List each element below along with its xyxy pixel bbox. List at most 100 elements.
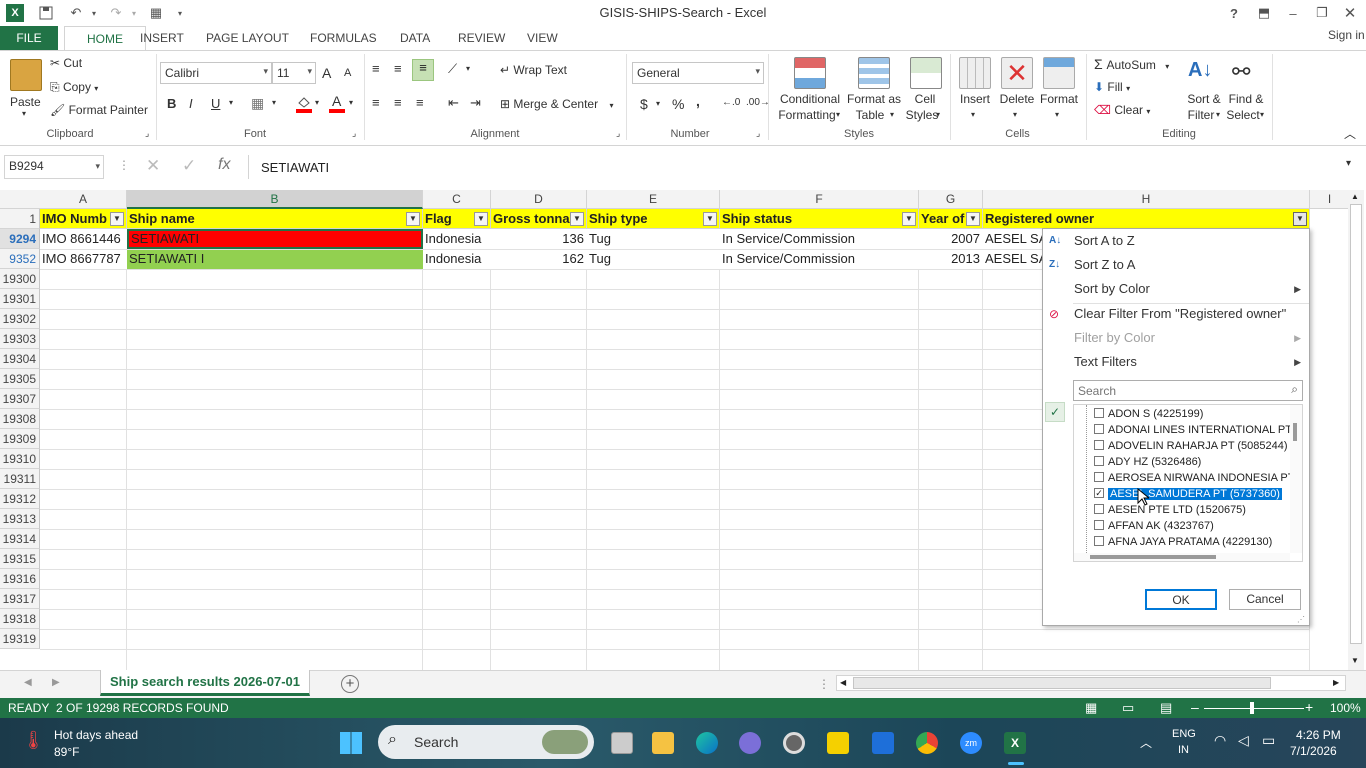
table-cell[interactable]: In Service/Commission	[720, 229, 919, 249]
page-break-view-icon[interactable]: ▤	[1160, 700, 1172, 716]
row-header[interactable]: 19302	[0, 309, 40, 329]
table-cell[interactable]: 2007	[919, 229, 983, 249]
alignment-launcher-icon[interactable]: ⌟	[616, 128, 620, 139]
align-top-icon[interactable]: ≡	[372, 61, 380, 76]
row-header[interactable]: 1	[0, 209, 40, 229]
underline-dropdown-icon[interactable]: ▾	[229, 98, 233, 107]
close-icon[interactable]: ✕	[1340, 3, 1360, 23]
tab-file[interactable]: FILE	[0, 26, 58, 50]
merge-center-button[interactable]: ⊞ Merge & Center ▾	[500, 97, 613, 111]
checkbox[interactable]	[1094, 440, 1104, 451]
volume-icon[interactable]: ◁	[1238, 732, 1249, 749]
wifi-icon[interactable]: ◠	[1214, 732, 1226, 749]
align-bottom-icon[interactable]: ≡	[412, 59, 434, 81]
font-color-icon[interactable]: A	[329, 93, 345, 113]
tab-split-icon[interactable]: ⋮	[818, 677, 830, 691]
table-cell[interactable]: 2013	[919, 249, 983, 269]
clipboard-launcher-icon[interactable]: ⌟	[145, 128, 149, 139]
shrink-font-button[interactable]: A	[344, 67, 351, 79]
checkbox[interactable]	[1094, 456, 1104, 467]
list-item[interactable]: AEROSEA NIRWANA INDONESIA PT	[1094, 470, 1294, 486]
prev-sheet-icon[interactable]: ◀	[24, 677, 32, 688]
zoom-level[interactable]: 100%	[1330, 701, 1361, 715]
autosum-button[interactable]: Σ AutoSum ▾	[1094, 56, 1169, 72]
filter-applied-icon[interactable]: ▼	[110, 212, 124, 226]
sort-z-a-item[interactable]: Z↓ Sort Z to A	[1043, 253, 1309, 277]
fill-color-icon[interactable]	[296, 95, 312, 113]
scroll-right-icon[interactable]: ▶	[1333, 678, 1339, 687]
column-header[interactable]: E	[587, 190, 720, 209]
row-header[interactable]: 19310	[0, 449, 40, 469]
fill-color-dropdown-icon[interactable]: ▾	[315, 98, 319, 107]
table-cell[interactable]: 136	[491, 229, 587, 249]
format-as-table-button[interactable]: Format as Table ▾	[846, 55, 902, 125]
list-item[interactable]: AFNA JAYA PRATAMA (4229130)	[1094, 534, 1272, 550]
row-header[interactable]: 19313	[0, 509, 40, 529]
tab-view[interactable]: VIEW	[527, 31, 558, 45]
header-cell-year[interactable]: Year of ▼	[919, 209, 983, 229]
header-cell-ship-status[interactable]: Ship status ▼	[720, 209, 919, 229]
tab-formulas[interactable]: FORMULAS	[310, 31, 377, 45]
zoom-slider[interactable]	[1204, 708, 1304, 709]
cancel-button[interactable]: Cancel	[1229, 589, 1301, 610]
filter-dropdown-icon[interactable]: ▼	[570, 212, 584, 226]
scroll-thumb[interactable]	[1090, 555, 1216, 559]
list-item-selected[interactable]: ✓ AESEL SAMUDERA PT (5737360)	[1094, 486, 1282, 502]
table-cell[interactable]: Tug	[587, 249, 720, 269]
checkbox[interactable]	[1094, 504, 1104, 515]
chrome-browser-icon[interactable]	[916, 732, 938, 754]
italic-button[interactable]: I	[189, 96, 193, 111]
clear-button[interactable]: ⌫ Clear ▾	[1094, 103, 1150, 117]
tab-review[interactable]: REVIEW	[458, 31, 505, 45]
sheet-tab-active[interactable]: Ship search results 2026-07-01	[100, 670, 310, 696]
text-filters-item[interactable]: Text Filters ▶	[1043, 350, 1309, 374]
row-header[interactable]: 19308	[0, 409, 40, 429]
resize-grip-icon[interactable]: ⋰	[1297, 615, 1305, 624]
tab-data[interactable]: DATA	[400, 31, 430, 45]
row-header[interactable]: 9352	[0, 249, 40, 269]
find-select-button[interactable]: ⚯ Find & Select ▾	[1224, 55, 1268, 125]
filter-dropdown-icon[interactable]: ▼	[966, 212, 980, 226]
orientation-icon[interactable]: ⟋	[448, 61, 457, 77]
expand-formula-icon[interactable]: ▾	[1346, 158, 1351, 169]
column-header[interactable]: B	[127, 190, 423, 209]
column-header[interactable]: A	[40, 190, 127, 209]
borders-dropdown-icon[interactable]: ▾	[272, 98, 276, 107]
sort-by-color-item[interactable]: Sort by Color ▶	[1043, 277, 1309, 301]
collapse-ribbon-icon[interactable]: ︿	[1344, 125, 1356, 142]
checkbox-checked[interactable]: ✓	[1094, 488, 1104, 499]
fill-button[interactable]: ⬇ Fill ▾	[1094, 80, 1130, 94]
checkbox[interactable]	[1094, 408, 1104, 419]
header-cell-ship-name[interactable]: Ship name ▼	[127, 209, 423, 229]
grow-font-button[interactable]: A	[322, 65, 331, 81]
sort-a-z-item[interactable]: A↓ Sort A to Z	[1043, 229, 1309, 253]
currency-button[interactable]: $	[640, 96, 648, 112]
row-header[interactable]: 19314	[0, 529, 40, 549]
insert-cells-button[interactable]: Insert ▾	[955, 55, 995, 125]
excel-taskbar-icon[interactable]: X	[1004, 732, 1026, 754]
filter-dropdown-icon[interactable]: ▼	[703, 212, 717, 226]
new-sheet-icon[interactable]: +	[341, 675, 359, 693]
list-item[interactable]: AESEN PTE LTD (1520675)	[1094, 502, 1246, 518]
clear-filter-item[interactable]: ⊘ Clear Filter From "Registered owner"	[1043, 302, 1309, 326]
insert-function-icon[interactable]: fx	[218, 156, 230, 174]
row-header[interactable]: 19318	[0, 609, 40, 629]
font-launcher-icon[interactable]: ⌟	[352, 128, 356, 139]
underline-button[interactable]: U	[211, 96, 220, 111]
edge-browser-icon[interactable]	[696, 732, 718, 754]
decrease-decimal-icon[interactable]: .00→	[746, 97, 770, 108]
list-item[interactable]: ADOVELIN RAHARJA PT (5085244)	[1094, 438, 1288, 454]
list-item[interactable]: AFFAN AK (4323767)	[1094, 518, 1214, 534]
checkbox[interactable]	[1094, 536, 1104, 547]
row-header[interactable]: 19300	[0, 269, 40, 289]
restore-icon[interactable]: ❐	[1312, 3, 1332, 23]
tab-page-layout[interactable]: PAGE LAYOUT	[206, 31, 289, 45]
list-vertical-scrollbar[interactable]	[1290, 405, 1302, 553]
increase-decimal-icon[interactable]: ←.0	[722, 97, 740, 108]
table-cell[interactable]: IMO 8661446	[40, 229, 127, 249]
formula-input[interactable]: SETIAWATI	[248, 155, 1344, 179]
comma-button[interactable]: ,	[696, 93, 700, 109]
table-cell[interactable]: AESEL SA	[983, 229, 1043, 249]
table-cell[interactable]: Tug	[587, 229, 720, 249]
table-cell[interactable]: In Service/Commission	[720, 249, 919, 269]
